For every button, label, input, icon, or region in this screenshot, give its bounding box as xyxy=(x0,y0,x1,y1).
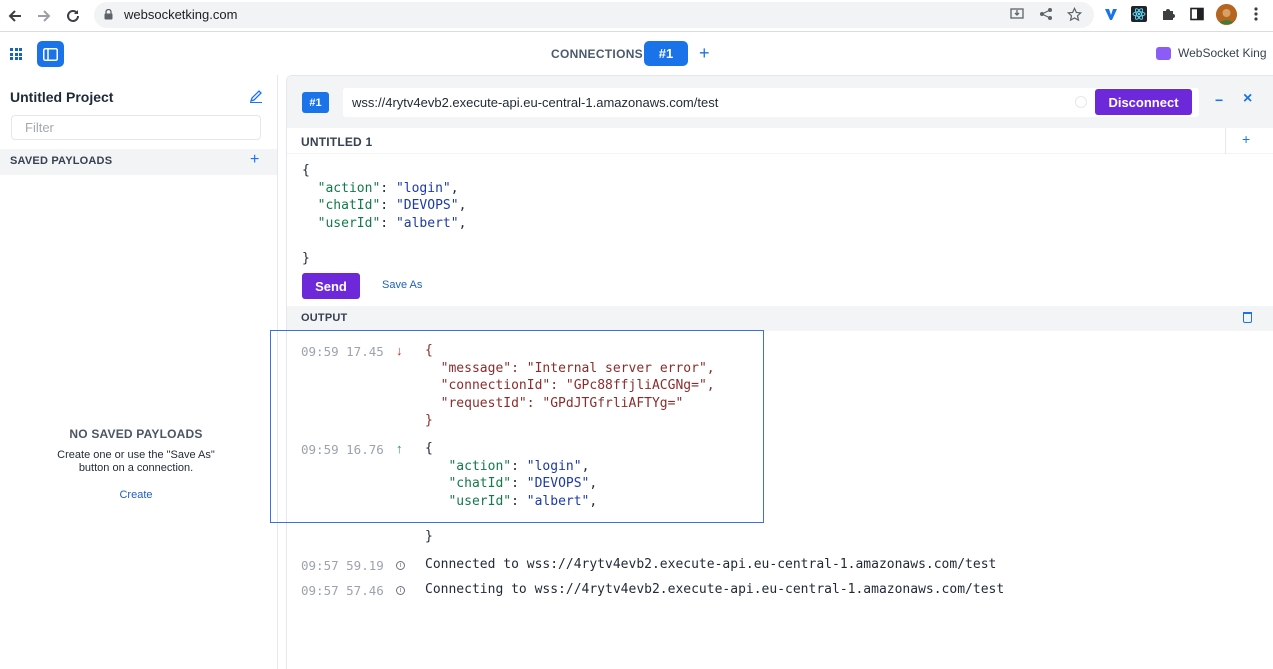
puzzle-icon[interactable] xyxy=(1159,5,1177,23)
websocket-url-input[interactable] xyxy=(343,88,1199,117)
browser-toolbar: websocketking.com xyxy=(0,0,1273,32)
tab-connections[interactable]: CONNECTIONS xyxy=(551,47,643,61)
code-key: "chatId" xyxy=(317,198,381,213)
extension-v-icon[interactable] xyxy=(1102,5,1120,23)
code-brace: } xyxy=(302,250,310,266)
connection-bar: #1 Disconnect − × xyxy=(287,76,1273,128)
trash-icon[interactable] xyxy=(1243,312,1252,323)
send-button[interactable]: Send xyxy=(302,273,360,299)
lock-icon xyxy=(104,9,113,20)
brand: WebSocket King xyxy=(1156,46,1267,60)
empty-title: NO SAVED PAYLOADS xyxy=(69,427,203,441)
sidebar: Untitled Project SAVED PAYLOADS + NO SAV… xyxy=(0,75,278,669)
brand-name: WebSocket King xyxy=(1178,46,1267,60)
sidebar-icon xyxy=(43,47,58,61)
code-key: "userId" xyxy=(317,215,381,231)
editor-tab-bar: UNTITLED 1 + xyxy=(287,128,1273,154)
settings-icon[interactable] xyxy=(1075,96,1087,108)
menu-icon[interactable] xyxy=(1247,5,1265,23)
code-value: "albert" xyxy=(395,215,459,231)
sidebar-toggle-button[interactable] xyxy=(37,41,64,67)
app-header: CONNECTIONS #1 + WebSocket King xyxy=(0,33,1273,75)
payload-editor[interactable]: { "action": "login", "chatId": "DEVOPS",… xyxy=(302,162,466,267)
tab-connection-1[interactable]: #1 xyxy=(644,41,688,66)
share-icon[interactable] xyxy=(1037,5,1055,23)
address-bar[interactable]: websocketking.com xyxy=(94,2,1094,28)
empty-state: NO SAVED PAYLOADS Create one or use the … xyxy=(0,427,272,501)
filter-input[interactable] xyxy=(11,115,261,140)
project-title: Untitled Project xyxy=(10,89,114,105)
back-icon[interactable] xyxy=(5,6,25,26)
code-value: "login" xyxy=(395,180,451,196)
react-icon[interactable] xyxy=(1130,5,1148,23)
apps-grid-icon[interactable] xyxy=(10,48,22,60)
close-connection-button[interactable]: × xyxy=(1243,90,1252,108)
install-icon[interactable] xyxy=(1008,5,1026,23)
divider xyxy=(1225,128,1226,154)
add-connection-button[interactable]: + xyxy=(699,43,710,64)
empty-description-1: Create one or use the "Save As" xyxy=(57,449,215,461)
star-icon[interactable] xyxy=(1065,5,1083,23)
address-url: websocketking.com xyxy=(124,7,238,22)
edit-icon[interactable] xyxy=(249,89,263,103)
info-icon: i xyxy=(396,586,405,595)
save-as-button[interactable]: Save As xyxy=(382,279,422,291)
profile-avatar[interactable] xyxy=(1216,4,1237,25)
code-key: "action" xyxy=(317,180,381,196)
create-link[interactable]: Create xyxy=(0,489,272,501)
crown-logo-icon xyxy=(1156,46,1171,60)
saved-payloads-label: SAVED PAYLOADS xyxy=(10,155,113,167)
sidepanel-icon[interactable] xyxy=(1188,5,1206,23)
output-title: OUTPUT xyxy=(301,312,348,324)
forward-icon[interactable] xyxy=(34,6,54,26)
add-payload-button[interactable]: + xyxy=(250,151,259,169)
code-brace: { xyxy=(302,163,310,178)
output-header: OUTPUT xyxy=(287,306,1273,331)
info-icon: i xyxy=(396,561,405,570)
log-info-text: Connecting to wss://4rytv4evb2.execute-a… xyxy=(425,582,1005,597)
saved-payloads-header: SAVED PAYLOADS + xyxy=(0,149,277,175)
payload-tab-title[interactable]: UNTITLED 1 xyxy=(301,135,372,149)
connection-badge: #1 xyxy=(302,92,329,113)
selection-highlight xyxy=(270,330,764,523)
log-timestamp: 09:57 57.46 xyxy=(301,583,384,598)
empty-description-2: button on a connection. xyxy=(78,462,194,474)
reload-icon[interactable] xyxy=(63,6,83,26)
log-timestamp: 09:57 59.19 xyxy=(301,558,384,573)
log-info-text: Connected to wss://4rytv4evb2.execute-ap… xyxy=(425,557,997,572)
code-value: "DEVOPS" xyxy=(395,198,459,213)
add-payload-tab-button[interactable]: + xyxy=(1242,131,1250,147)
minimize-button[interactable]: − xyxy=(1215,92,1223,108)
disconnect-button[interactable]: Disconnect xyxy=(1095,89,1192,115)
